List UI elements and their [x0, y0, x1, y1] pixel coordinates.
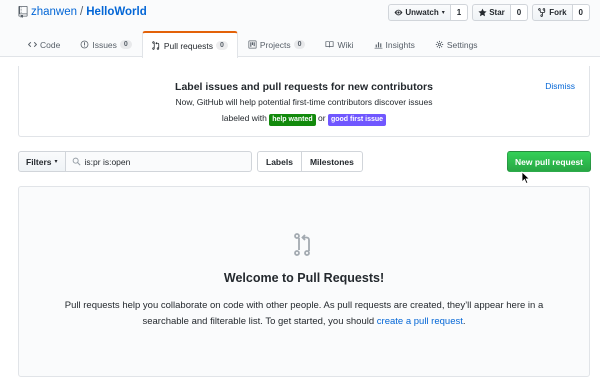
banner-title: Label issues and pull requests for new c…: [175, 81, 433, 93]
dismiss-link[interactable]: Dismiss: [545, 81, 575, 91]
banner-text-line-2: labeled with help wanted or good first i…: [19, 112, 589, 126]
repo-header: zhanwen / HelloWorld Unwatch ▾ 1 Star 0 …: [0, 0, 600, 58]
star-button[interactable]: Star: [472, 4, 511, 21]
mouse-cursor-icon: [521, 171, 531, 185]
new-pull-request-button[interactable]: New pull request: [507, 151, 591, 172]
tab-pull-requests[interactable]: Pull requests 0: [141, 31, 238, 58]
pull-requests-counter: 0: [215, 41, 228, 50]
tab-pull-requests-label: Pull requests: [163, 40, 213, 51]
new-contributors-banner: Label issues and pull requests for new c…: [18, 66, 590, 137]
star-icon: [478, 8, 487, 17]
tab-issues-label: Issues: [92, 39, 117, 50]
project-icon: [248, 40, 257, 49]
blankslate-text-end: .: [462, 316, 466, 327]
code-icon: [28, 41, 37, 48]
pull-requests-blankslate: Welcome to Pull Requests! Pull requests …: [18, 186, 590, 377]
issue-icon: [80, 40, 89, 49]
repo-separator: /: [80, 6, 84, 18]
book-icon: [325, 41, 335, 48]
milestones-label: Milestones: [309, 156, 354, 167]
watch-control: Unwatch ▾ 1: [388, 4, 469, 21]
tab-insights-label: Insights: [385, 39, 415, 50]
repo-actions: Unwatch ▾ 1 Star 0 Fork 0: [388, 4, 590, 21]
banner-text-line-1: Now, GitHub will help potential first-ti…: [175, 97, 433, 107]
search-icon: [72, 157, 81, 166]
search-input[interactable]: is:pr is:open: [65, 151, 252, 172]
repo-title: zhanwen / HelloWorld: [18, 6, 147, 18]
projects-counter: 0: [293, 40, 306, 49]
repo-name-link[interactable]: HelloWorld: [86, 6, 146, 18]
star-control: Star 0: [472, 4, 529, 21]
good-first-issue-label: good first issue: [327, 114, 387, 126]
search-value: is:pr is:open: [84, 156, 131, 167]
filters-button[interactable]: Filters ▾: [18, 151, 66, 172]
tab-wiki[interactable]: Wiki: [315, 31, 363, 57]
tab-settings[interactable]: Settings: [425, 31, 488, 57]
graph-icon: [374, 42, 382, 49]
repo-icon: [18, 6, 28, 18]
repo-nav-tabs: Code Issues 0 Pull requests 0 Projects 0…: [18, 31, 488, 58]
star-label: Star: [489, 8, 505, 17]
filters-bar: Filters ▾ is:pr is:open: [18, 151, 252, 172]
tab-code[interactable]: Code: [18, 31, 70, 57]
tab-insights[interactable]: Insights: [364, 31, 425, 57]
milestones-button[interactable]: Milestones: [301, 151, 363, 172]
tab-issues[interactable]: Issues 0: [70, 31, 141, 57]
repo-owner-link[interactable]: zhanwen: [31, 6, 77, 18]
issues-counter: 0: [119, 40, 132, 49]
tab-projects-label: Projects: [259, 39, 291, 50]
blankslate-description: Pull requests help you collaborate on co…: [49, 298, 559, 330]
chevron-down-icon: ▾: [441, 10, 445, 16]
labels-milestones-group: Labels Milestones: [257, 151, 363, 172]
create-pull-request-link[interactable]: create a pull request: [377, 316, 463, 327]
git-pull-request-icon: [294, 233, 310, 256]
filters-label: Filters: [26, 156, 52, 167]
blankslate-title: Welcome to Pull Requests!: [223, 271, 385, 285]
tab-projects[interactable]: Projects 0: [238, 31, 316, 57]
banner-text-or: or: [318, 113, 326, 123]
unwatch-label: Unwatch: [405, 8, 439, 17]
chevron-down-icon: ▾: [54, 159, 58, 165]
tab-code-label: Code: [40, 39, 61, 50]
tab-wiki-label: Wiki: [337, 39, 354, 50]
labels-label: Labels: [266, 156, 293, 167]
fork-label: Fork: [549, 8, 567, 17]
gear-icon: [435, 40, 443, 49]
labels-button[interactable]: Labels: [257, 151, 302, 172]
forks-count[interactable]: 0: [572, 4, 590, 21]
banner-text-prefix: labeled with: [221, 113, 267, 123]
tab-settings-label: Settings: [446, 39, 478, 50]
eye-icon: [394, 9, 403, 16]
fork-button[interactable]: Fork: [532, 4, 573, 21]
help-wanted-label: help wanted: [269, 114, 316, 126]
git-pull-request-icon: [152, 41, 159, 50]
stargazers-count[interactable]: 0: [510, 4, 529, 21]
unwatch-button[interactable]: Unwatch ▾: [388, 4, 451, 21]
watchers-count[interactable]: 1: [450, 4, 469, 21]
fork-control: Fork 0: [532, 4, 590, 21]
blankslate-text: Pull requests help you collaborate on co…: [64, 300, 544, 327]
repo-forked-icon: [538, 8, 546, 17]
